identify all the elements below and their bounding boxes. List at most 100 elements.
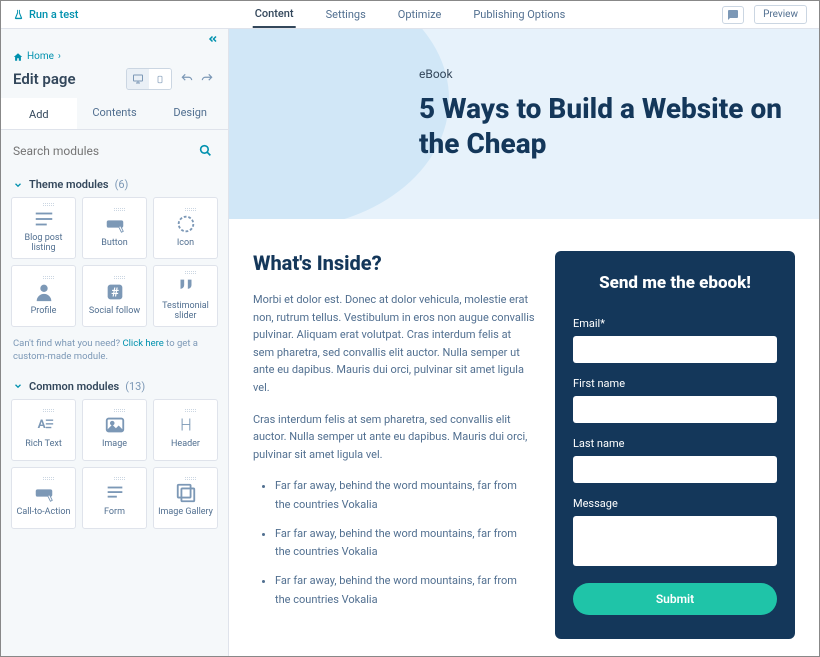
module-form[interactable]: Form bbox=[82, 467, 147, 529]
button-icon bbox=[104, 213, 126, 235]
helper-text: Can't find what you need? Click here to … bbox=[1, 327, 228, 374]
search-input[interactable] bbox=[13, 140, 216, 162]
gallery-icon bbox=[175, 482, 197, 504]
lines-icon bbox=[33, 208, 55, 230]
run-test-label: Run a test bbox=[29, 8, 78, 21]
tab-settings[interactable]: Settings bbox=[324, 1, 368, 28]
desktop-icon bbox=[131, 73, 145, 85]
common-modules-label: Common modules bbox=[29, 380, 119, 393]
module-profile[interactable]: Profile bbox=[11, 265, 76, 327]
device-toggle bbox=[126, 68, 172, 90]
module-button[interactable]: Button bbox=[82, 197, 147, 259]
module-label: Button bbox=[101, 239, 127, 249]
page-canvas[interactable]: eBook 5 Ways to Build a Website on the C… bbox=[229, 29, 819, 656]
module-header[interactable]: H Header bbox=[153, 399, 218, 461]
theme-modules-header[interactable]: Theme modules (6) bbox=[1, 172, 228, 197]
hash-icon: # bbox=[104, 281, 126, 303]
common-modules-header[interactable]: Common modules (13) bbox=[1, 374, 228, 399]
sidebar-tab-add[interactable]: Add bbox=[1, 98, 77, 129]
home-icon bbox=[13, 52, 23, 62]
header-icon: H bbox=[175, 414, 197, 436]
cta-icon bbox=[33, 482, 55, 504]
chat-icon bbox=[727, 9, 739, 21]
form-card: Send me the ebook! Email*First nameLast … bbox=[555, 251, 795, 639]
field-label: Message bbox=[573, 497, 777, 510]
content-column: What's Inside? Morbi et dolor est. Donec… bbox=[253, 251, 535, 639]
module-testimonial-slider[interactable]: Testimonial slider bbox=[153, 265, 218, 327]
email-field[interactable] bbox=[573, 336, 777, 363]
module-label: Icon bbox=[177, 239, 194, 249]
list-item: Far far away, behind the word mountains,… bbox=[275, 525, 535, 562]
module-image-gallery[interactable]: Image Gallery bbox=[153, 467, 218, 529]
top-bar: Run a test Content Settings Optimize Pub… bbox=[1, 1, 819, 29]
tab-publishing[interactable]: Publishing Options bbox=[471, 1, 567, 28]
list-item: Far far away, behind the word mountains,… bbox=[275, 572, 535, 609]
sidebar-tab-design[interactable]: Design bbox=[152, 98, 228, 129]
breadcrumb[interactable]: Home › bbox=[1, 49, 228, 64]
beaker-icon bbox=[13, 9, 24, 20]
list-item: Far far away, behind the word mountains,… bbox=[275, 477, 535, 514]
module-icon[interactable]: Icon bbox=[153, 197, 218, 259]
search-icon bbox=[199, 144, 212, 157]
module-label: Header bbox=[171, 440, 200, 450]
breadcrumb-home: Home bbox=[27, 51, 54, 62]
section-heading: What's Inside? bbox=[253, 251, 535, 275]
image-icon bbox=[104, 414, 126, 436]
field-label: Email* bbox=[573, 317, 777, 330]
theme-modules-label: Theme modules bbox=[29, 178, 109, 191]
sidebar-tab-contents[interactable]: Contents bbox=[77, 98, 153, 129]
field-label: First name bbox=[573, 377, 777, 390]
submit-button[interactable]: Submit bbox=[573, 583, 777, 615]
module-label: Image bbox=[102, 440, 127, 450]
page-title: Edit page bbox=[13, 70, 120, 88]
paragraph-1: Morbi et dolor est. Donec at dolor vehic… bbox=[253, 291, 535, 397]
search-modules bbox=[1, 130, 228, 172]
redo-button[interactable] bbox=[198, 69, 216, 89]
richtext-icon: A bbox=[33, 414, 55, 436]
chat-button[interactable] bbox=[722, 6, 744, 24]
field-label: Last name bbox=[573, 437, 777, 450]
message-field[interactable] bbox=[573, 516, 777, 566]
theme-modules-count: (6) bbox=[115, 178, 129, 191]
module-blog-post-listing[interactable]: Blog post listing bbox=[11, 197, 76, 259]
module-label: Social follow bbox=[89, 307, 140, 317]
module-image[interactable]: Image bbox=[82, 399, 147, 461]
desktop-view-button[interactable] bbox=[127, 69, 149, 89]
tab-content[interactable]: Content bbox=[253, 1, 296, 28]
profile-icon bbox=[33, 281, 55, 303]
chevron-down-icon bbox=[13, 381, 23, 391]
top-tabs: Content Settings Optimize Publishing Opt… bbox=[253, 1, 568, 28]
svg-text:A: A bbox=[37, 417, 45, 431]
run-test-link[interactable]: Run a test bbox=[13, 8, 78, 21]
mobile-view-button[interactable] bbox=[149, 69, 171, 89]
hero-section: eBook 5 Ways to Build a Website on the C… bbox=[229, 29, 819, 219]
lastname-field[interactable] bbox=[573, 456, 777, 483]
firstname-field[interactable] bbox=[573, 396, 777, 423]
redo-icon bbox=[200, 72, 214, 86]
preview-button[interactable]: Preview bbox=[754, 5, 807, 24]
chevron-double-left-icon bbox=[206, 33, 220, 45]
module-label: Form bbox=[104, 508, 125, 518]
custom-module-link[interactable]: Click here bbox=[122, 338, 163, 349]
paragraph-2: Cras interdum felis at sem pharetra, sed… bbox=[253, 411, 535, 464]
module-social-follow[interactable]: # Social follow bbox=[82, 265, 147, 327]
svg-text:H: H bbox=[180, 417, 192, 436]
chevron-right-icon: › bbox=[58, 51, 61, 62]
collapse-sidebar-button[interactable] bbox=[1, 29, 228, 49]
module-call-to-action[interactable]: Call-to-Action bbox=[11, 467, 76, 529]
common-modules-count: (13) bbox=[125, 380, 145, 393]
undo-button[interactable] bbox=[178, 69, 196, 89]
undo-icon bbox=[180, 72, 194, 86]
bullet-list: Far far away, behind the word mountains,… bbox=[253, 477, 535, 609]
tab-optimize[interactable]: Optimize bbox=[396, 1, 444, 28]
quote-icon bbox=[175, 276, 197, 298]
theme-modules-grid: Blog post listing Button Icon Profile # Socia… bbox=[1, 197, 228, 327]
module-label: Testimonial slider bbox=[154, 302, 217, 322]
svg-text:#: # bbox=[111, 285, 119, 300]
module-label: Profile bbox=[31, 307, 57, 317]
form-icon bbox=[104, 482, 126, 504]
module-label: Blog post listing bbox=[12, 234, 75, 254]
hero-title: 5 Ways to Build a Website on the Cheap bbox=[419, 91, 783, 161]
module-rich-text[interactable]: ARich Text bbox=[11, 399, 76, 461]
circle-icon bbox=[175, 213, 197, 235]
